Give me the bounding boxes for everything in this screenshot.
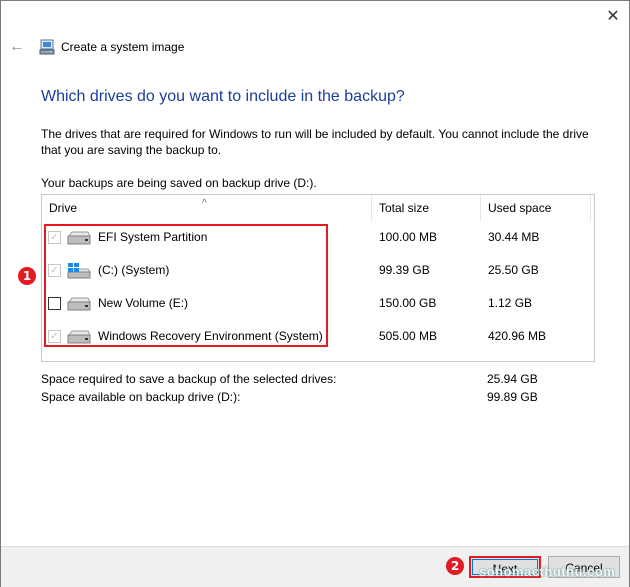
drive-total-size: 150.00 GB	[379, 296, 437, 310]
drive-total-size: 505.00 MB	[379, 329, 438, 343]
backup-location-text: Your backups are being saved on backup d…	[41, 176, 317, 190]
step-badge-2: 2	[446, 557, 464, 575]
window-title: Create a system image	[61, 40, 185, 54]
page-heading: Which drives do you want to include in t…	[41, 88, 405, 105]
description-text: The drives that are required for Windows…	[41, 127, 589, 157]
column-header-total-size[interactable]: Total size	[372, 195, 481, 221]
close-button[interactable]: ✕	[597, 2, 629, 30]
back-button[interactable]: ←	[7, 37, 27, 57]
space-required-label: Space required to save a backup of the s…	[41, 372, 337, 386]
back-arrow-icon: ←	[9, 38, 25, 55]
sort-ascending-icon: ^	[202, 198, 207, 209]
column-header-used-space[interactable]: Used space	[481, 195, 591, 221]
drive-used-space: 420.96 MB	[488, 329, 547, 343]
close-icon: ✕	[606, 8, 620, 25]
watermark-text: sohomacthuthu.com	[479, 564, 616, 579]
system-image-icon	[39, 39, 55, 55]
drive-used-space: 25.50 GB	[488, 263, 539, 277]
drive-used-space: 1.12 GB	[488, 296, 533, 310]
dialog-window: ✕ ← Create a system image Which drives d…	[0, 0, 630, 587]
space-available-label: Space available on backup drive (D:):	[41, 390, 241, 404]
column-header-drive[interactable]: Drive ^	[42, 195, 372, 221]
drive-total-size: 99.39 GB	[379, 263, 430, 277]
drive-total-size: 100.00 MB	[379, 230, 438, 244]
space-available-value: 99.89 GB	[487, 390, 538, 404]
drive-used-space: 30.44 MB	[488, 230, 540, 244]
space-required-value: 25.94 GB	[487, 372, 538, 386]
drive-selection-highlight	[44, 224, 328, 347]
step-badge-1: 1	[18, 267, 36, 285]
